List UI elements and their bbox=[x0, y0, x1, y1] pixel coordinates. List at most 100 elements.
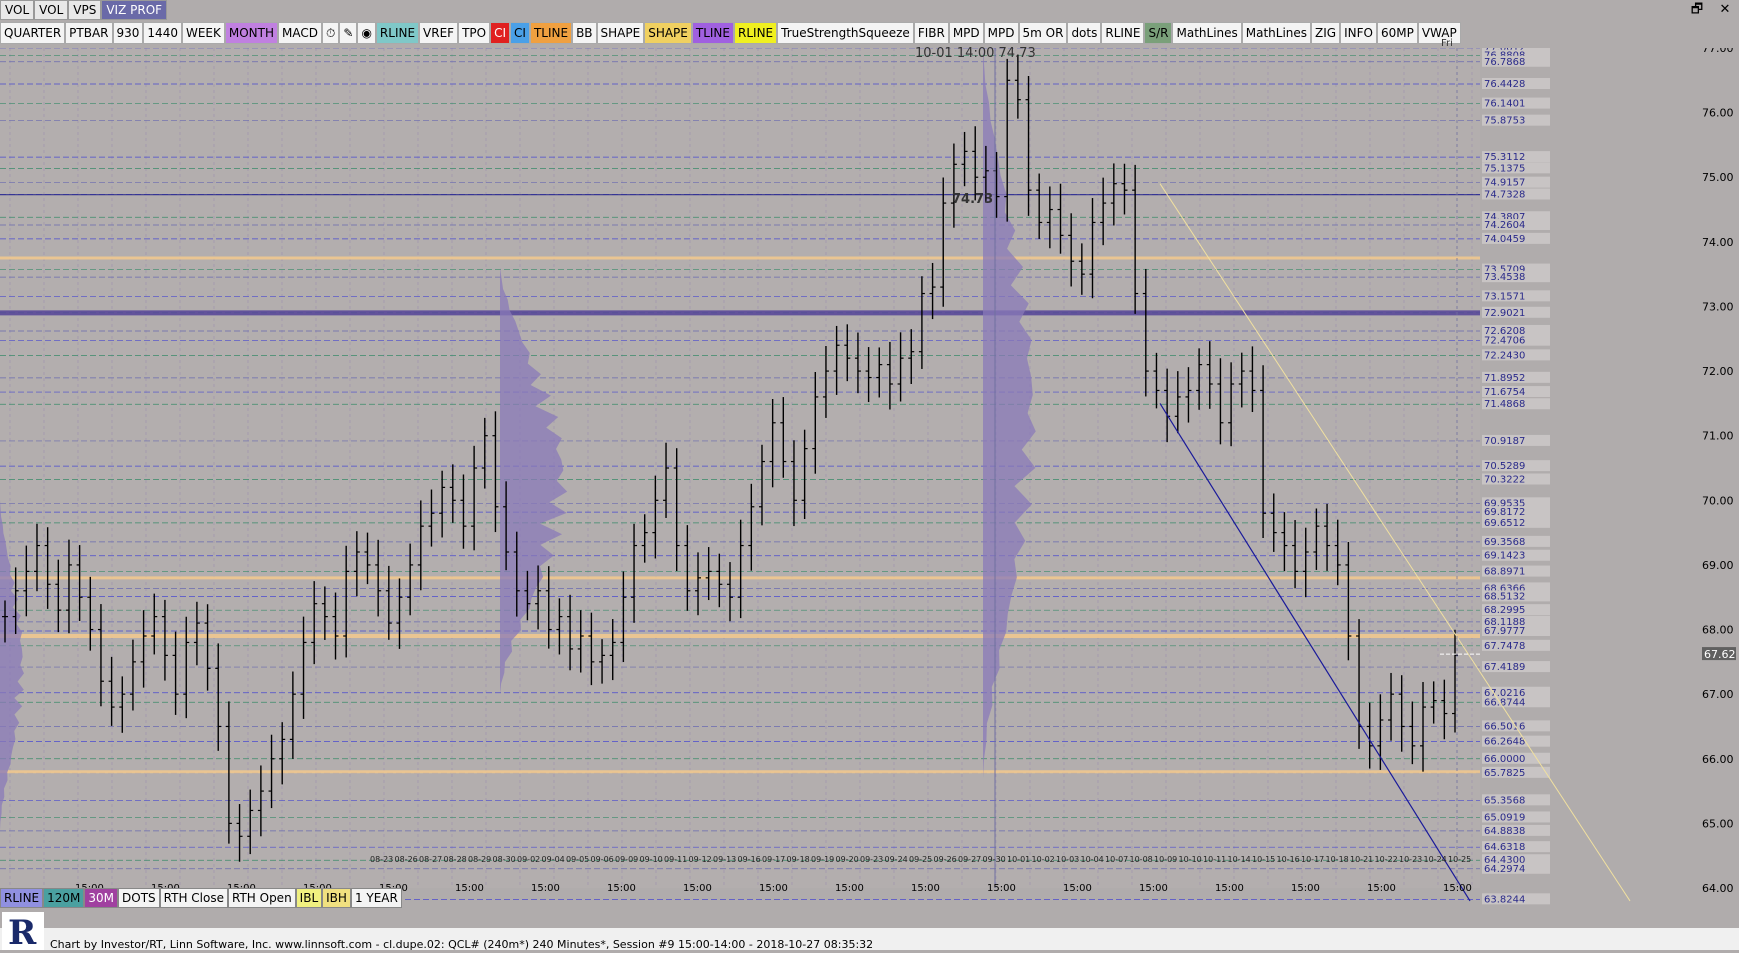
bottom-dots-button[interactable]: DOTS bbox=[118, 888, 160, 908]
close-icon[interactable]: ✕ bbox=[1711, 0, 1739, 20]
bottom-30m-button[interactable]: 30M bbox=[84, 888, 119, 908]
x-tick-date: 10-01 bbox=[1007, 855, 1030, 864]
bottom-ibh-button[interactable]: IBH bbox=[322, 888, 351, 908]
x-tick-date: 09-24 bbox=[885, 855, 908, 864]
toolbar-zig-button[interactable]: ZIG bbox=[1311, 22, 1341, 44]
toolbar---button[interactable]: ⏱ bbox=[322, 22, 340, 44]
session-annotation: 10-01 14:00 74.73 bbox=[915, 46, 1036, 61]
y-tick-label: 66.00 bbox=[1702, 753, 1734, 766]
x-tick-date: 08-28 bbox=[444, 855, 467, 864]
x-tick-date: 09-26 bbox=[934, 855, 957, 864]
tab-viz-prof[interactable]: VIZ PROF bbox=[101, 0, 168, 20]
toolbar-930-button[interactable]: 930 bbox=[112, 22, 144, 44]
indicator-toolbar: QUARTER PTBAR 930 1440 WEEK MONTH MACD ⏱ ✎ ◉ RLINE… bbox=[0, 22, 1461, 44]
bottom-120m-button[interactable]: 120M bbox=[43, 888, 85, 908]
toolbar-truestrengthsqueeze-button[interactable]: TrueStrengthSqueeze bbox=[777, 22, 914, 44]
toolbar-rline-button[interactable]: RLINE bbox=[1101, 22, 1145, 44]
x-tick-date: 10-22 bbox=[1375, 855, 1398, 864]
toolbar-macd-button[interactable]: MACD bbox=[278, 22, 322, 44]
tab-vol[interactable]: VOL bbox=[34, 0, 69, 20]
level-label: 75.8753 bbox=[1484, 116, 1525, 127]
y-tick-label: 77.00 bbox=[1702, 48, 1734, 55]
x-tick-date: 10-23 bbox=[1399, 855, 1422, 864]
toolbar-mpd-button[interactable]: MPD bbox=[983, 22, 1019, 44]
level-label: 66.2648 bbox=[1484, 737, 1525, 748]
level-label: 70.5289 bbox=[1484, 461, 1525, 472]
toolbar---button[interactable]: ◉ bbox=[357, 22, 376, 44]
price-annotation: 74.73 bbox=[952, 192, 994, 207]
level-label: 69.3568 bbox=[1484, 537, 1525, 548]
x-tick-date: 10-03 bbox=[1056, 855, 1079, 864]
toolbar-mpd-button[interactable]: MPD bbox=[948, 22, 984, 44]
level-label: 69.6512 bbox=[1484, 518, 1525, 529]
x-tick-date: 10-24 bbox=[1424, 855, 1447, 864]
level-label: 68.5132 bbox=[1484, 591, 1525, 602]
x-tick-time: 15:00 bbox=[987, 883, 1016, 894]
toolbar-rline-button[interactable]: RLINE bbox=[734, 22, 778, 44]
bottom-rth-close-button[interactable]: RTH Close bbox=[159, 888, 228, 908]
bottom-1-year-button[interactable]: 1 YEAR bbox=[350, 888, 402, 908]
y-tick-label: 73.00 bbox=[1702, 300, 1734, 313]
toolbar-5m-or-button[interactable]: 5m OR bbox=[1018, 22, 1068, 44]
x-tick-date: 10-21 bbox=[1350, 855, 1373, 864]
toolbar---button[interactable]: ✎ bbox=[339, 22, 358, 44]
bottom-ibl-button[interactable]: IBL bbox=[295, 888, 323, 908]
y-tick-label: 76.00 bbox=[1702, 107, 1734, 120]
toolbar-vref-button[interactable]: VREF bbox=[419, 22, 459, 44]
x-tick-date: 10-08 bbox=[1130, 855, 1153, 864]
y-tick-label: 67.00 bbox=[1702, 688, 1734, 701]
x-tick-date: 10-09 bbox=[1154, 855, 1177, 864]
level-label: 65.0919 bbox=[1484, 812, 1525, 823]
level-label: 72.9021 bbox=[1484, 308, 1525, 319]
toolbar-mathlines-button[interactable]: MathLines bbox=[1241, 22, 1312, 44]
bottom-rline-button[interactable]: RLINE bbox=[0, 888, 44, 908]
toolbar-tpo-button[interactable]: TPO bbox=[458, 22, 491, 44]
toolbar-week-button[interactable]: WEEK bbox=[181, 22, 225, 44]
toolbar-60mp-button[interactable]: 60MP bbox=[1376, 22, 1418, 44]
toolbar-fibr-button[interactable]: FIBR bbox=[913, 22, 949, 44]
toolbar-1440-button[interactable]: 1440 bbox=[143, 22, 182, 44]
level-label: 74.9157 bbox=[1484, 178, 1525, 189]
toolbar-dots-button[interactable]: dots bbox=[1067, 22, 1102, 44]
x-tick-date: 09-16 bbox=[738, 855, 761, 864]
level-label: 75.3112 bbox=[1484, 152, 1525, 163]
restore-icon[interactable]: 🗗 bbox=[1683, 0, 1711, 20]
level-label: 68.8971 bbox=[1484, 567, 1525, 578]
toolbar-s-r-button[interactable]: S/R bbox=[1144, 22, 1173, 44]
x-tick-time: 15:00 bbox=[683, 883, 712, 894]
toolbar-ci-button[interactable]: CI bbox=[510, 22, 530, 44]
tab-vps[interactable]: VPS bbox=[68, 0, 102, 20]
toolbar-rline-button[interactable]: RLINE bbox=[375, 22, 420, 44]
bottom-rth-open-button[interactable]: RTH Open bbox=[227, 888, 296, 908]
x-tick-date: 10-10 bbox=[1179, 855, 1202, 864]
tab-vol[interactable]: VOL bbox=[0, 0, 35, 20]
toolbar-tline-button[interactable]: TLINE bbox=[691, 22, 734, 44]
toolbar-vwap-button[interactable]: VWAP bbox=[1417, 22, 1461, 44]
toolbar-bb-button[interactable]: BB bbox=[572, 22, 597, 44]
x-tick-time: 15:00 bbox=[1367, 883, 1396, 894]
price-chart[interactable]: 77.001276.880876.786876.442876.140175.87… bbox=[0, 48, 1739, 910]
level-label: 69.1423 bbox=[1484, 551, 1525, 562]
toolbar-tline-button[interactable]: TLINE bbox=[529, 22, 573, 44]
level-label: 71.4868 bbox=[1484, 399, 1525, 410]
toolbar-shape-button[interactable]: SHAPE bbox=[596, 22, 645, 44]
x-tick-time: 15:00 bbox=[607, 883, 636, 894]
toolbar-quarter-button[interactable]: QUARTER bbox=[0, 22, 66, 44]
level-label: 64.2974 bbox=[1484, 864, 1525, 875]
level-label: 76.7868 bbox=[1484, 57, 1525, 68]
toolbar-shape-button[interactable]: SHAPE bbox=[644, 22, 692, 44]
toolbar-info-button[interactable]: INFO bbox=[1340, 22, 1377, 44]
level-label: 67.4189 bbox=[1484, 662, 1525, 673]
x-tick-date: 09-12 bbox=[689, 855, 712, 864]
x-tick-date: 10-11 bbox=[1203, 855, 1226, 864]
toolbar-ptbar-button[interactable]: PTBAR bbox=[65, 22, 113, 44]
toolbar-month-button[interactable]: MONTH bbox=[224, 22, 279, 44]
toolbar-mathlines-button[interactable]: MathLines bbox=[1172, 22, 1242, 44]
bottom-toolbar: RLINE 120M 30M DOTS RTH Close RTH Open IBL IBH 1… bbox=[0, 888, 402, 908]
x-tick-date: 09-20 bbox=[836, 855, 859, 864]
toolbar-ci-button[interactable]: CI bbox=[490, 22, 511, 44]
window-controls: 🗗 ✕ bbox=[1683, 0, 1739, 20]
x-tick-date: 10-14 bbox=[1228, 855, 1251, 864]
x-tick-date: 09-30 bbox=[983, 855, 1006, 864]
y-tick-label: 64.00 bbox=[1702, 882, 1734, 895]
